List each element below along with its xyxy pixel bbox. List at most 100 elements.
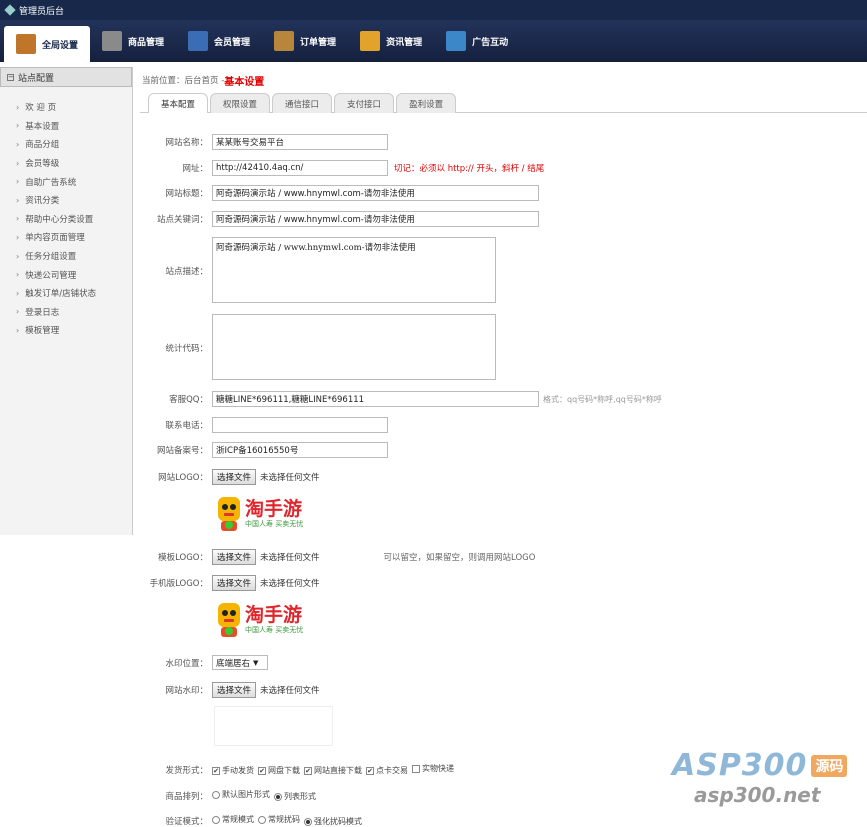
sidebar-item-label: 单内容页面管理: [25, 233, 85, 244]
delivery-option[interactable]: ✔ 网盘下载: [258, 765, 300, 776]
mobile-logo-row: 手机版LOGO： 选择文件 未选择任何文件: [142, 575, 320, 591]
icp-input[interactable]: 浙ICP备16016550号: [212, 442, 388, 458]
delivery-option[interactable]: 实物快递: [412, 763, 454, 774]
sidebar-item[interactable]: › 商品分组: [16, 135, 132, 154]
settings-icon: [16, 34, 36, 54]
logo-sub-text: 中国人寿 买卖无忧: [245, 626, 304, 634]
checkbox[interactable]: ✔: [304, 766, 312, 775]
sidebar-item[interactable]: › 任务分组设置: [16, 247, 132, 266]
delivery-option[interactable]: ✔ 网站直接下载: [304, 765, 362, 776]
chevron-right-icon: ›: [16, 102, 20, 112]
sidebar-item[interactable]: › 快递公司管理: [16, 265, 132, 284]
breadcrumb-prefix: 当前位置：后台首页 -: [142, 76, 225, 86]
radio-button[interactable]: [258, 815, 266, 824]
stats-textarea[interactable]: [212, 314, 496, 380]
sidebar-item[interactable]: › 单内容页面管理: [16, 228, 132, 247]
delivery-option[interactable]: ✔ 点卡交易: [366, 765, 408, 776]
sort-option[interactable]: 列表形式: [274, 791, 316, 802]
sidebar-item[interactable]: › 会员等级: [16, 154, 132, 173]
nav-item-label: 订单管理: [300, 37, 337, 48]
app-logo-icon: [4, 4, 16, 16]
radio-button[interactable]: [304, 817, 312, 826]
nav-item-label: 资讯管理: [386, 37, 423, 48]
tab-4[interactable]: 盈利设置: [396, 93, 457, 113]
keywords-row: 站点关键词： 阿奇源码演示站 / www.hnymwl.com-请勿非法使用: [142, 211, 539, 227]
sidebar-item[interactable]: › 模板管理: [16, 321, 132, 340]
verify-label: 验证模式：: [165, 816, 208, 827]
mobile-logo-file-status: 未选择任何文件: [260, 579, 320, 589]
checkbox[interactable]: [412, 764, 420, 773]
nav-item-3[interactable]: 订单管理: [262, 24, 348, 58]
site-title-label: 网站标题：: [165, 189, 208, 199]
qq-input[interactable]: 糖糖LINE*696111,糖糖LINE*696111: [212, 391, 539, 407]
url-input[interactable]: http://42410.4aq.cn/: [212, 160, 388, 176]
sidebar-item[interactable]: › 欢 迎 页: [16, 98, 132, 117]
order-icon: [274, 31, 295, 51]
chevron-right-icon: ›: [16, 270, 20, 280]
description-textarea[interactable]: 阿奇源码演示站 / www.hnymwl.com-请勿非法使用: [212, 237, 496, 303]
sort-row: 商品排列： 默认图片形式 列表形式: [142, 789, 320, 802]
phone-input[interactable]: [212, 417, 388, 433]
nav-item-4[interactable]: 资讯管理: [348, 24, 434, 58]
logo-sub-text: 中国人寿 买卖无忧: [245, 520, 304, 528]
delivery-label: 发货形式：: [165, 765, 208, 776]
logo-file-button[interactable]: 选择文件: [212, 469, 257, 485]
watermark-file-button[interactable]: 选择文件: [212, 682, 257, 698]
verify-option[interactable]: 强化扰码模式: [304, 816, 362, 827]
verify-option[interactable]: 常规模式: [212, 814, 254, 825]
nav-item-0[interactable]: 全局设置: [4, 26, 91, 62]
icp-row: 网站备案号： 浙ICP备16016550号: [142, 442, 388, 458]
sort-option[interactable]: 默认图片形式: [212, 789, 270, 800]
watermark-row: 网站水印： 选择文件 未选择任何文件: [142, 682, 320, 698]
tab-1[interactable]: 权限设置: [210, 93, 271, 113]
sidebar-item[interactable]: › 基本设置: [16, 117, 132, 136]
checkbox[interactable]: ✔: [258, 766, 266, 775]
url-note: 切记：必须以 http:// 开头，斜杆 / 结尾: [394, 164, 545, 174]
nav-item-5[interactable]: 广告互动: [434, 24, 520, 58]
sidebar-item-label: 基本设置: [25, 121, 60, 132]
watermark-label: 网站水印：: [165, 686, 208, 696]
sidebar-item[interactable]: › 触发订单/店铺状态: [16, 284, 132, 303]
keywords-input[interactable]: 阿奇源码演示站 / www.hnymwl.com-请勿非法使用: [212, 211, 539, 227]
verify-option[interactable]: 常规扰码: [258, 814, 300, 825]
stats-label: 统计代码：: [165, 344, 208, 354]
nav-item-1[interactable]: 商品管理: [90, 24, 176, 58]
collapse-icon[interactable]: −: [7, 73, 14, 81]
sidebar-item[interactable]: › 自助广告系统: [16, 172, 132, 191]
tab-3[interactable]: 支付接口: [334, 93, 395, 113]
sidebar-header[interactable]: − 站点配置: [0, 67, 132, 87]
checkbox[interactable]: ✔: [366, 766, 374, 775]
mobile-logo-file-button[interactable]: 选择文件: [212, 575, 257, 591]
watermark-tag: 源码: [811, 754, 848, 777]
chevron-right-icon: ›: [16, 177, 20, 187]
watermark-pos-label: 水印位置：: [165, 658, 208, 669]
watermark-pos-select[interactable]: 底端居右 ▼: [212, 655, 268, 670]
delivery-option-label: 网站直接下载: [314, 766, 362, 775]
watermark-url: asp300.net: [694, 783, 821, 807]
tab-2[interactable]: 通信接口: [272, 93, 333, 113]
sidebar-item[interactable]: › 资讯分类: [16, 191, 132, 210]
watermark-pos-value: 底端居右: [216, 658, 251, 669]
radio-button[interactable]: [212, 790, 220, 799]
sidebar-item-label: 自助广告系统: [25, 177, 77, 188]
sidebar-item[interactable]: › 帮助中心分类设置: [16, 210, 132, 229]
template-logo-file-button[interactable]: 选择文件: [212, 549, 257, 565]
sidebar-item-label: 登录日志: [25, 307, 60, 318]
sidebar-item[interactable]: › 登录日志: [16, 303, 132, 322]
tab-0[interactable]: 基本配置: [148, 93, 209, 113]
watermark-pos-row: 水印位置： 底端居右 ▼: [142, 655, 268, 670]
radio-button[interactable]: [274, 792, 282, 801]
delivery-option[interactable]: ✔ 手动发货: [212, 765, 254, 776]
url-label: 网址：: [182, 164, 208, 174]
sidebar-item-label: 触发订单/店铺状态: [25, 289, 97, 300]
radio-button[interactable]: [212, 815, 220, 824]
nav-item-2[interactable]: 会员管理: [176, 24, 262, 58]
logo-row: 网站LOGO： 选择文件 未选择任何文件: [142, 469, 320, 485]
site-title-input[interactable]: 阿奇源码演示站 / www.hnymwl.com-请勿非法使用: [212, 185, 539, 201]
chevron-right-icon: ›: [16, 288, 20, 298]
nav-item-label: 会员管理: [214, 37, 251, 48]
nav-item-label: 商品管理: [128, 37, 165, 48]
site-name-input[interactable]: 某某账号交易平台: [212, 134, 388, 150]
sidebar-item-label: 欢 迎 页: [25, 103, 57, 114]
checkbox[interactable]: ✔: [212, 766, 220, 775]
